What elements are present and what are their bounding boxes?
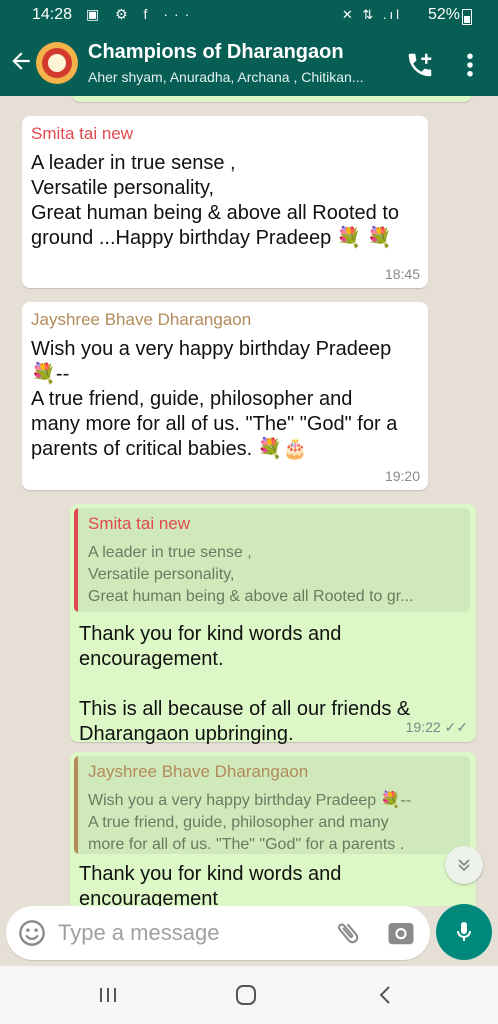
message-bubble-incoming[interactable]: Smita tai new A leader in true sense , V… xyxy=(22,116,428,288)
message-text: Thank you for kind words and encourageme… xyxy=(79,623,411,745)
message-text: Wish you a very happy birthday Pradeep 💐… xyxy=(31,338,398,460)
message-text: Thank you for kind words and encourageme… xyxy=(79,863,342,906)
double-chevron-down-icon xyxy=(458,859,470,872)
paperclip-icon[interactable] xyxy=(334,918,362,948)
scroll-to-bottom-button[interactable] xyxy=(445,846,483,884)
quote-bar xyxy=(74,508,78,612)
message-bubble-incoming[interactable]: Jayshree Bhave Dharangaon Wish you a ver… xyxy=(22,302,428,490)
avatar-center xyxy=(48,54,66,72)
system-navigation-bar xyxy=(0,966,498,1024)
message-composer: Type a message xyxy=(6,906,430,960)
message-text: A leader in true sense , Versatile perso… xyxy=(31,152,400,249)
status-time: 14:28 xyxy=(32,6,73,23)
emoji-icon[interactable] xyxy=(18,919,46,947)
quote-sender: Jayshree Bhave Dharangaon xyxy=(88,762,309,781)
chat-title[interactable]: Champions of Dharangaon xyxy=(88,41,344,64)
group-avatar[interactable] xyxy=(36,42,78,84)
camera-icon[interactable] xyxy=(386,918,416,948)
recent-apps-icon[interactable] xyxy=(96,983,120,1007)
battery-icon xyxy=(462,9,472,25)
home-icon[interactable] xyxy=(234,983,258,1007)
voice-message-button[interactable] xyxy=(436,904,492,960)
chat-members[interactable]: Aher shyam, Anuradha, Archana , Chitikan… xyxy=(88,69,398,85)
back-arrow-icon[interactable] xyxy=(8,48,34,74)
microphone-icon xyxy=(457,922,471,941)
more-options-icon[interactable] xyxy=(462,50,478,80)
message-time: 19:22 ✓✓ xyxy=(405,719,468,735)
message-time: 18:45 xyxy=(384,266,420,282)
quote-text: Wish you a very happy birthday Pradeep 💐… xyxy=(88,792,412,853)
quote-bar xyxy=(74,756,78,854)
chat-header: Champions of Dharangaon Aher shyam, Anur… xyxy=(0,32,498,96)
notification-icons: ▣ ⚙ f ··· xyxy=(86,6,196,22)
nav-back-icon[interactable] xyxy=(374,983,398,1007)
message-list[interactable]: Smita tai new A leader in true sense , V… xyxy=(0,96,498,906)
add-call-icon[interactable] xyxy=(405,50,435,80)
message-bubble-partial[interactable] xyxy=(72,96,472,102)
message-sender: Smita tai new xyxy=(31,124,134,143)
signal-icons: ✕ ⇅ .ıl xyxy=(341,7,402,22)
quoted-message[interactable]: Jayshree Bhave Dharangaon Wish you a ver… xyxy=(74,756,470,854)
message-input[interactable]: Type a message xyxy=(58,920,219,946)
message-bubble-outgoing[interactable]: Jayshree Bhave Dharangaon Wish you a ver… xyxy=(70,752,476,906)
status-bar: 14:28 ▣ ⚙ f ··· ✕ ⇅ .ıl 52% xyxy=(0,0,498,32)
message-bubble-outgoing[interactable]: Smita tai new A leader in true sense , V… xyxy=(70,504,476,745)
message-time: 19:20 xyxy=(384,468,420,484)
quote-sender: Smita tai new xyxy=(88,514,191,533)
message-sender: Jayshree Bhave Dharangaon xyxy=(31,310,252,329)
quoted-message[interactable]: Smita tai new A leader in true sense , V… xyxy=(74,508,470,612)
battery-percent: 52% xyxy=(427,6,460,23)
quote-text: A leader in true sense , Versatile perso… xyxy=(88,544,414,605)
